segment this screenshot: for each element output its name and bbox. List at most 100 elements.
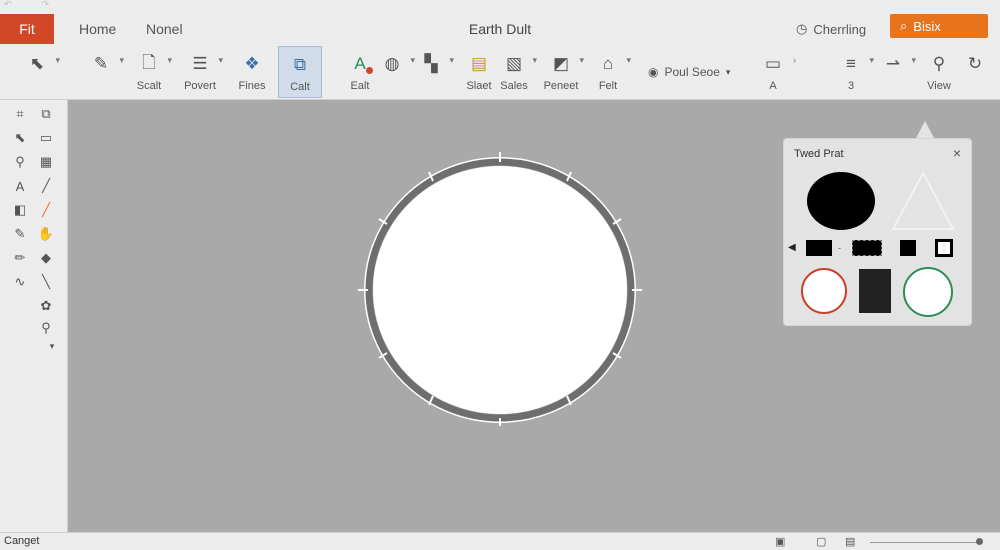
- ribbon-peneet-button[interactable]: ◩ ▾ Peneet: [541, 44, 584, 100]
- zoom-slider-thumb[interactable]: [976, 538, 983, 545]
- tab-home[interactable]: Home: [79, 14, 116, 44]
- ribbon-felt-button[interactable]: ⌂ ▾ Felt: [591, 44, 631, 100]
- ribbon: ⬉ ▾ ✎ ▾ 🗋 ▾ Scalt ☰ ▾ Povert ❖ Fines ⧉ Calt …: [0, 44, 1000, 100]
- panel-title: Twed Prat: [794, 148, 844, 160]
- search-button-label: Bisix: [913, 18, 941, 34]
- black-rectangle-shape[interactable]: [806, 240, 832, 256]
- ribbon-arrange-button[interactable]: ▚ ▾: [416, 44, 454, 100]
- red-outline-circle-shape[interactable]: [800, 267, 848, 315]
- home-icon: ⌂ ▾: [602, 54, 631, 73]
- font-picker-label: Poul Seoe: [664, 65, 720, 79]
- paste-icon: ▤: [470, 54, 488, 73]
- copy-icon: ⧉: [293, 55, 307, 74]
- shape-fill-icon: ◍ ▾: [384, 54, 415, 73]
- document-icon: ▭ ›: [764, 54, 796, 73]
- chevron-down-icon: ▾: [725, 66, 731, 77]
- ribbon-fines-button[interactable]: ❖ Fines: [236, 44, 268, 100]
- hand-tool-icon[interactable]: ✋: [36, 224, 56, 244]
- ribbon-sales-button[interactable]: ▧ ▾ Sales: [497, 44, 537, 100]
- redo-icon[interactable]: ↷: [42, 0, 50, 10]
- line-tool-icon[interactable]: ╱: [36, 176, 56, 196]
- outlined-square-shape[interactable]: [935, 239, 953, 257]
- eyedropper-tool-icon[interactable]: ╲: [36, 272, 56, 292]
- shape-picker-panel: Twed Prat × ◀ -: [783, 138, 972, 326]
- draw-icon: ⇀ ▾: [885, 54, 916, 73]
- layers-tool-icon[interactable]: ⧉: [36, 104, 56, 124]
- zoom-slider-track[interactable]: [870, 542, 980, 543]
- font-picker[interactable]: ◉ Poul Seoe ▾: [648, 60, 730, 84]
- brush-tool-icon[interactable]: ╱: [36, 200, 56, 220]
- dashed-rectangle-shape[interactable]: [852, 240, 882, 256]
- green-outline-circle-shape[interactable]: [902, 266, 954, 318]
- sync-status-label: Cherrling: [813, 21, 867, 37]
- fill-tool-icon[interactable]: ◆: [36, 248, 56, 268]
- stamp-tool-icon[interactable]: ✿: [36, 296, 56, 316]
- text-tool-icon[interactable]: A: [10, 176, 30, 196]
- grid-tool-icon[interactable]: ▦: [36, 152, 56, 172]
- status-text: Canget: [4, 535, 40, 547]
- magnifier-tool-icon[interactable]: ⚲: [36, 318, 56, 338]
- font-picker-icon: ◉: [648, 65, 659, 79]
- page-icon: 🗋 ▾: [142, 52, 172, 72]
- ribbon-document-button[interactable]: ▭ › A: [756, 44, 796, 100]
- ribbon-draw-button[interactable]: ⇀ ▾: [878, 44, 916, 100]
- arrange-icon: ▚ ▾: [424, 54, 454, 73]
- clipboard-icon: ▧ ▾: [505, 54, 537, 73]
- more-tools-icon[interactable]: ▾: [42, 336, 62, 356]
- reading-view-icon[interactable]: ▤: [845, 535, 855, 548]
- triangle-shape[interactable]: [891, 171, 955, 231]
- select-box-tool-icon[interactable]: ▭: [36, 128, 56, 148]
- page-view-icon[interactable]: ▢: [816, 535, 826, 548]
- pointer-tool-icon[interactable]: ⬉: [10, 128, 30, 148]
- ribbon-lasso-button[interactable]: ⬉ ▾: [20, 44, 60, 100]
- ribbon-slaet-button[interactable]: ▤ Slaet: [465, 44, 493, 100]
- text-effect-icon: A: [347, 52, 373, 76]
- undo-icon[interactable]: ↶: [4, 0, 12, 10]
- refresh-icon: ↻: [967, 54, 983, 73]
- quick-access-toolbar: ↶ ↷: [4, 0, 49, 10]
- title-bar: ↶ ↷ Fit Home Nonel Earth Dult ◷ Cherrlin…: [0, 0, 1000, 44]
- crop-tool-icon[interactable]: ⌗: [10, 104, 30, 124]
- ribbon-refresh-button[interactable]: ↻: [962, 44, 988, 100]
- ribbon-list-button[interactable]: ≡ ▾ 3: [836, 44, 874, 100]
- dark-rectangle-shape[interactable]: [859, 269, 891, 313]
- black-circle-shape[interactable]: [805, 171, 877, 231]
- panel-pointer: [916, 121, 934, 138]
- zoom-tool-icon[interactable]: ⚲: [10, 152, 30, 172]
- rectangle-tool-icon[interactable]: ◧: [10, 200, 30, 220]
- close-icon[interactable]: ×: [953, 145, 961, 161]
- ribbon-ealt-button[interactable]: A Ealt: [344, 44, 376, 100]
- normal-view-icon[interactable]: ▣: [775, 535, 785, 548]
- circle-graphic[interactable]: [357, 150, 643, 428]
- ribbon-calt-button[interactable]: ⧉ Calt: [278, 46, 322, 98]
- ribbon-povert-button[interactable]: ☰ ▾ Povert: [182, 44, 223, 100]
- zoom-search-icon: ⚲: [932, 54, 946, 73]
- black-square-shape[interactable]: [900, 240, 916, 256]
- lasso-select-icon: ⬉ ▾: [29, 54, 60, 73]
- caret-left-icon[interactable]: ◀: [788, 242, 796, 253]
- status-bar: Canget ▣ ▢ ▤: [0, 532, 1000, 550]
- pencil-tool-icon[interactable]: ✏: [10, 248, 30, 268]
- tab-nonel[interactable]: Nonel: [146, 14, 183, 44]
- search-button[interactable]: ⌕ Bisix: [890, 14, 988, 38]
- file-tab[interactable]: Fit: [0, 14, 54, 44]
- ribbon-shape-fill-button[interactable]: ◍ ▾: [378, 44, 415, 100]
- tool-sidebar: ⌗ ⧉ ⬉ ▭ ⚲ ▦ A ╱ ◧ ╱ ✎ ✋ ✏ ◆ ∿ ╲ ✿ ⚲ ▾: [0, 100, 68, 532]
- sync-status[interactable]: ◷ Cherrling: [796, 14, 866, 44]
- view-label: View: [927, 80, 951, 92]
- pen-tool-icon[interactable]: ✎: [10, 224, 30, 244]
- paint-brush-icon: ✎ ▾: [93, 54, 124, 73]
- comment-icon: ◩ ▾: [552, 54, 584, 73]
- list-icon: ≡ ▾: [846, 54, 874, 73]
- selected-circle-shape[interactable]: [357, 150, 643, 428]
- document-title: Earth Dult: [468, 21, 532, 37]
- format-lines-icon: ☰ ▾: [192, 54, 223, 73]
- curve-tool-icon[interactable]: ∿: [10, 272, 30, 292]
- ribbon-view-button[interactable]: ⚲ View: [914, 44, 964, 100]
- dash-separator: -: [838, 243, 841, 253]
- ribbon-brush-button[interactable]: ✎ ▾: [86, 44, 124, 100]
- clock-icon: ◷: [796, 21, 808, 36]
- shapes-icon: ❖: [244, 54, 260, 73]
- search-icon: ⌕: [900, 18, 908, 33]
- ribbon-scalt-button[interactable]: 🗋 ▾ Scalt: [132, 44, 172, 100]
